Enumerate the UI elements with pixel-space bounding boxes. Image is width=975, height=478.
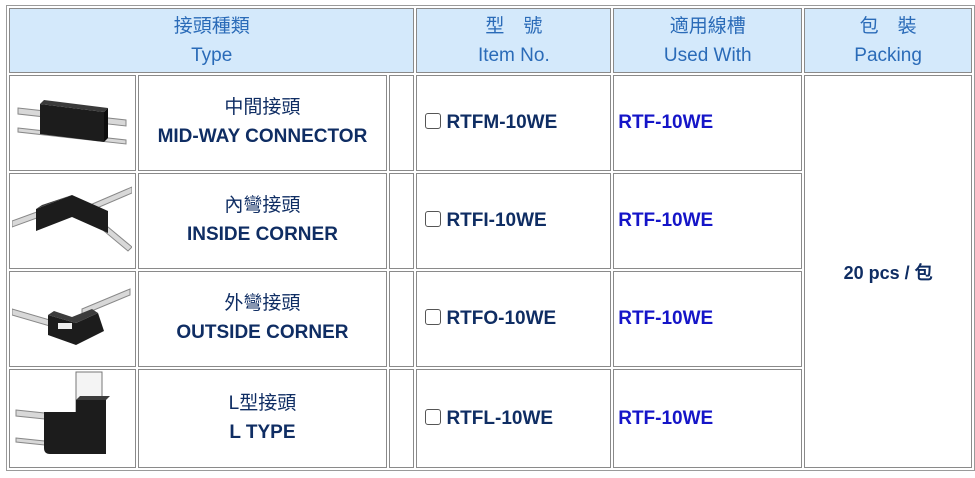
select-checkbox[interactable] [425,408,442,425]
product-image-cell [9,271,136,367]
product-name-cell: 外彎接頭 OUTSIDE CORNER [137,271,387,367]
header-pack-cn: 包 裝 [859,15,917,37]
item-no-text: RTFO-10WE [446,308,557,329]
spacer-cell [389,173,415,269]
item-no-cell[interactable]: RTFM-10WE [416,75,612,171]
header-type: 接頭種類 Type [9,8,415,73]
select-checkbox[interactable] [425,309,442,325]
item-no-cell[interactable]: RTFO-10WE [416,271,612,367]
used-with-cell: RTF-10WE [613,369,803,468]
spacer-cell [389,369,415,468]
product-name-cn: 內彎接頭 [224,195,301,216]
header-used-cn: 適用線槽 [669,15,746,37]
packing-cell: 20 pcs / 包 [804,75,972,468]
header-pack-en: Packing [854,44,922,66]
item-no-cell[interactable]: RTFL-10WE [416,369,612,468]
header-item-no: 型 號 Item No. [416,8,612,73]
product-name-en: INSIDE CORNER [186,224,338,245]
header-row: 接頭種類 Type 型 號 Item No. 適用線槽 Used With 包 … [9,8,972,73]
product-name-en: L TYPE [229,421,296,443]
spacer-cell [389,271,415,367]
header-type-en: Type [191,44,233,66]
product-name-cell: 內彎接頭 INSIDE CORNER [137,173,387,269]
product-spec-table: 接頭種類 Type 型 號 Item No. 適用線槽 Used With 包 … [6,5,975,471]
product-name-en: MID-WAY CONNECTOR [157,126,368,147]
used-with-cell: RTF-10WE [613,271,803,367]
header-type-cn: 接頭種類 [173,15,250,37]
header-packing: 包 裝 Packing [804,8,972,73]
l-type-icon [15,371,111,454]
inside-corner-icon [11,185,134,252]
product-name-cn: L型接頭 [228,392,297,414]
header-item-en: Item No. [477,44,550,66]
item-no-text: RTFM-10WE [446,112,558,133]
product-image-cell [9,173,136,269]
item-no-text: RTFL-10WE [446,407,554,429]
product-name-cn: 中間接頭 [224,97,301,118]
product-name-cell: L型接頭 L TYPE [137,369,387,468]
used-with-cell: RTF-10WE [613,75,803,171]
header-used-en: Used With [663,44,752,66]
table-row: 中間接頭 MID-WAY CONNECTOR RTFM-10WE RTF-10W… [9,75,972,468]
product-image-cell [9,369,136,468]
product-image-cell [9,75,136,171]
product-name-en: OUTSIDE CORNER [176,322,349,343]
item-no-text: RTFI-10WE [446,210,547,231]
item-no-cell[interactable]: RTFI-10WE [416,173,612,269]
header-used-with: 適用線槽 Used With [613,8,803,73]
outside-corner-icon [11,287,131,345]
header-item-cn: 型 號 [485,15,543,37]
product-name-cn: 外彎接頭 [224,293,301,314]
select-checkbox[interactable] [425,113,442,129]
mid-way-connector-icon [17,99,127,145]
spacer-cell [389,75,415,171]
product-name-cell: 中間接頭 MID-WAY CONNECTOR [137,75,387,171]
used-with-cell: RTF-10WE [613,173,803,269]
select-checkbox[interactable] [425,211,442,227]
